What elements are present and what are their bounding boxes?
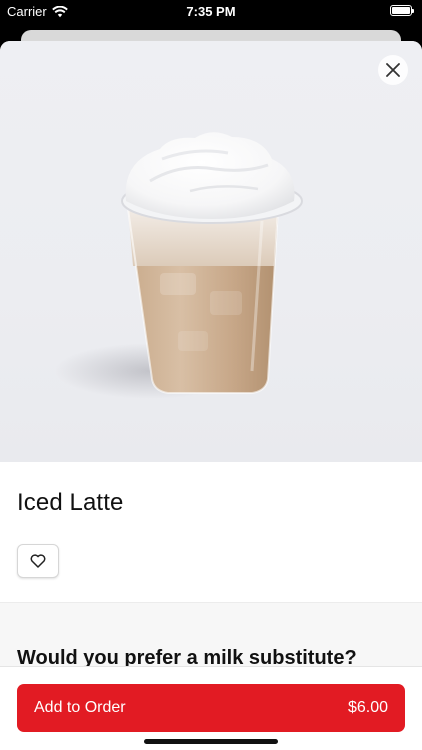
battery-icon bbox=[390, 5, 414, 16]
close-icon bbox=[386, 63, 400, 77]
close-button[interactable] bbox=[378, 55, 408, 85]
order-footer: Add to Order $6.00 bbox=[0, 666, 422, 750]
product-sheet: Iced Latte Would you prefer a milk subst… bbox=[0, 41, 422, 750]
heart-icon bbox=[30, 554, 46, 568]
add-to-order-button[interactable]: Add to Order $6.00 bbox=[17, 684, 405, 732]
favorite-button[interactable] bbox=[17, 544, 59, 578]
status-time: 7:35 PM bbox=[186, 4, 236, 19]
product-title: Iced Latte bbox=[17, 489, 124, 516]
iced-latte-photo bbox=[55, 132, 303, 399]
home-indicator bbox=[144, 739, 278, 744]
order-price: $6.00 bbox=[347, 699, 388, 716]
product-image bbox=[0, 41, 422, 462]
status-bar: Carrier 7:35 PM bbox=[0, 0, 422, 22]
add-to-order-label: Add to Order bbox=[34, 699, 126, 716]
